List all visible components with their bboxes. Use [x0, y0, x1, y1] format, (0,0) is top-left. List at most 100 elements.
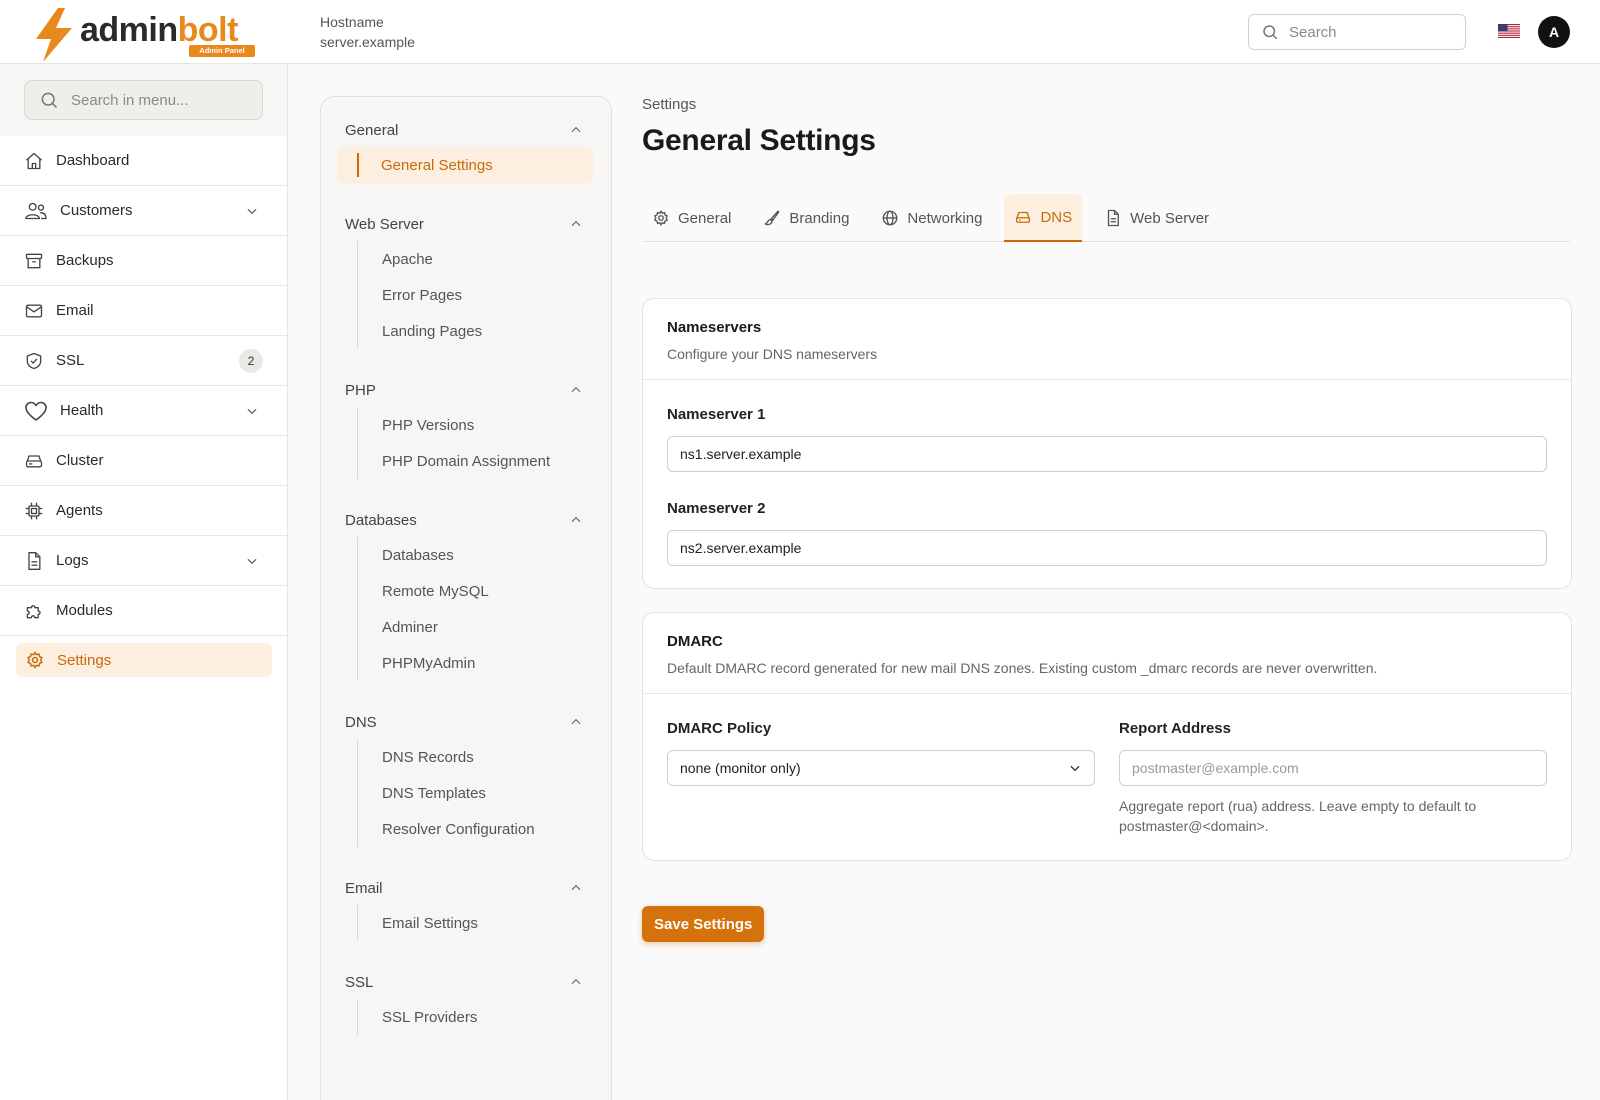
nameserver-2-label: Nameserver 2	[667, 500, 766, 517]
subnav-group-title: Email	[345, 879, 383, 897]
lightning-bolt-icon	[32, 8, 76, 62]
sidebar-active-pill[interactable]: Settings	[16, 643, 272, 677]
chevron-up-icon[interactable]	[569, 881, 583, 895]
global-search-input[interactable]	[1289, 23, 1449, 41]
chevron-down-icon[interactable]	[245, 204, 259, 218]
logo[interactable]: adminbolt Admin Panel	[32, 8, 262, 62]
chevron-down-icon[interactable]	[245, 404, 259, 418]
subnav-item-dns-records[interactable]: DNS Records	[358, 739, 611, 775]
subnav-group-header[interactable]: SSL	[321, 965, 611, 999]
sidebar-item-cluster[interactable]: Cluster	[0, 436, 287, 486]
sidebar-item-label: Email	[56, 302, 94, 319]
subnav-item-ssl-providers[interactable]: SSL Providers	[358, 999, 611, 1035]
subnav-group-header[interactable]: Email	[321, 871, 611, 905]
subnav-group-header[interactable]: Web Server	[321, 207, 611, 241]
subnav-group-general: General General Settings	[321, 113, 611, 183]
sidebar-item-ssl[interactable]: SSL 2	[0, 336, 287, 386]
subnav-item-phpmyadmin[interactable]: PHPMyAdmin	[358, 645, 611, 681]
subnav-group-php: PHP PHP Versions PHP Domain Assignment	[321, 373, 611, 479]
sidebar-item-label: Logs	[56, 552, 89, 569]
dmarc-fields: DMARC Policy none (monitor only) Report …	[667, 720, 1547, 836]
subnav-group-header[interactable]: DNS	[321, 705, 611, 739]
tab-label: General	[678, 209, 732, 227]
hard-drive-icon	[1014, 208, 1032, 226]
subnav-item-email-settings[interactable]: Email Settings	[358, 905, 611, 941]
save-settings-button[interactable]: Save Settings	[642, 906, 765, 942]
subnav-group-dns: DNS DNS Records DNS Templates Resolver C…	[321, 705, 611, 847]
chevron-up-icon[interactable]	[569, 715, 583, 729]
sidebar-item-email[interactable]: Email	[0, 286, 287, 336]
sidebar-item-dashboard[interactable]: Dashboard	[0, 136, 287, 186]
dmarc-policy-label: DMARC Policy	[667, 720, 772, 737]
tab-label: Branding	[789, 209, 850, 227]
subnav-item-landing-pages[interactable]: Landing Pages	[358, 313, 611, 349]
card-description: Configure your DNS nameservers	[667, 346, 878, 362]
tab-dns[interactable]: DNS	[1004, 194, 1083, 242]
subnav-item-resolver-configuration[interactable]: Resolver Configuration	[358, 811, 611, 847]
heart-icon	[24, 400, 48, 422]
subnav-item-general-settings[interactable]: General Settings	[337, 147, 593, 183]
nameserver-1-input[interactable]	[667, 436, 1547, 472]
subnav-item-php-domain-assignment[interactable]: PHP Domain Assignment	[358, 443, 611, 479]
subnav-item-apache[interactable]: Apache	[358, 241, 611, 277]
hostname-block: Hostname server.example	[320, 12, 415, 52]
global-search[interactable]	[1248, 14, 1466, 50]
chevron-up-icon[interactable]	[569, 217, 583, 231]
hostname-label: Hostname	[320, 14, 384, 30]
sidebar: Dashboard Customers Backups Email SSL 2	[0, 64, 288, 1100]
chevron-down-icon[interactable]	[245, 554, 259, 568]
tab-networking[interactable]: Networking	[871, 194, 992, 242]
sidebar-item-label: Agents	[56, 502, 103, 519]
chevron-up-icon[interactable]	[569, 383, 583, 397]
sidebar-search[interactable]	[24, 80, 263, 120]
nameserver-2-input[interactable]	[667, 530, 1547, 566]
subnav-item-label: General Settings	[381, 156, 493, 174]
card-description: Default DMARC record generated for new m…	[667, 660, 1378, 676]
subnav-group-databases: Databases Databases Remote MySQL Adminer…	[321, 503, 611, 681]
subnav-item-dns-templates[interactable]: DNS Templates	[358, 775, 611, 811]
sidebar-item-agents[interactable]: Agents	[0, 486, 287, 536]
shield-check-icon	[24, 351, 44, 371]
tab-branding[interactable]: Branding	[753, 194, 859, 242]
chevron-up-icon[interactable]	[569, 123, 583, 137]
subnav-item-adminer[interactable]: Adminer	[358, 609, 611, 645]
subnav-group-header[interactable]: General	[321, 113, 611, 147]
subnav-group-title: DNS	[345, 713, 377, 731]
tab-general[interactable]: General	[642, 194, 741, 242]
nameservers-card: Nameservers Configure your DNS nameserve…	[642, 298, 1572, 589]
avatar[interactable]: A	[1538, 16, 1570, 48]
dmarc-policy-select[interactable]: none (monitor only)	[667, 750, 1095, 786]
tab-web-server[interactable]: Web Server	[1094, 194, 1219, 242]
settings-subnav: General General Settings Web Server Apac…	[320, 96, 612, 1100]
card-body: DMARC Policy none (monitor only) Report …	[643, 694, 1571, 860]
us-flag-icon[interactable]	[1498, 24, 1520, 38]
subnav-group-header[interactable]: PHP	[321, 373, 611, 407]
subnav-item-php-versions[interactable]: PHP Versions	[358, 407, 611, 443]
sidebar-search-area	[0, 64, 287, 136]
sidebar-item-settings[interactable]: Settings	[0, 636, 287, 684]
hostname-value: server.example	[320, 34, 415, 50]
subnav-item-error-pages[interactable]: Error Pages	[358, 277, 611, 313]
sidebar-item-label: Customers	[60, 202, 133, 219]
subnav-group-title: SSL	[345, 973, 374, 991]
chevron-up-icon[interactable]	[569, 975, 583, 989]
card-header: DMARC Default DMARC record generated for…	[643, 613, 1571, 694]
report-address-input[interactable]	[1119, 750, 1547, 786]
sidebar-item-customers[interactable]: Customers	[0, 186, 287, 236]
sidebar-search-input[interactable]	[71, 91, 251, 109]
nameserver-1-label: Nameserver 1	[667, 406, 766, 423]
subnav-list: Databases Remote MySQL Adminer PHPMyAdmi…	[357, 537, 611, 681]
sidebar-item-backups[interactable]: Backups	[0, 236, 287, 286]
report-address-label: Report Address	[1119, 720, 1231, 737]
breadcrumb[interactable]: Settings	[642, 96, 696, 113]
subnav-group-header[interactable]: Databases	[321, 503, 611, 537]
chevron-up-icon[interactable]	[569, 513, 583, 527]
subnav-item-databases[interactable]: Databases	[358, 537, 611, 573]
subnav-item-remote-mysql[interactable]: Remote MySQL	[358, 573, 611, 609]
dmarc-policy-value: none (monitor only)	[680, 760, 801, 776]
sidebar-item-modules[interactable]: Modules	[0, 586, 287, 636]
report-address-field: Report Address Aggregate report (rua) ad…	[1119, 720, 1547, 836]
card-body: Nameserver 1 Nameserver 2	[643, 380, 1571, 588]
sidebar-item-logs[interactable]: Logs	[0, 536, 287, 586]
sidebar-item-health[interactable]: Health	[0, 386, 287, 436]
